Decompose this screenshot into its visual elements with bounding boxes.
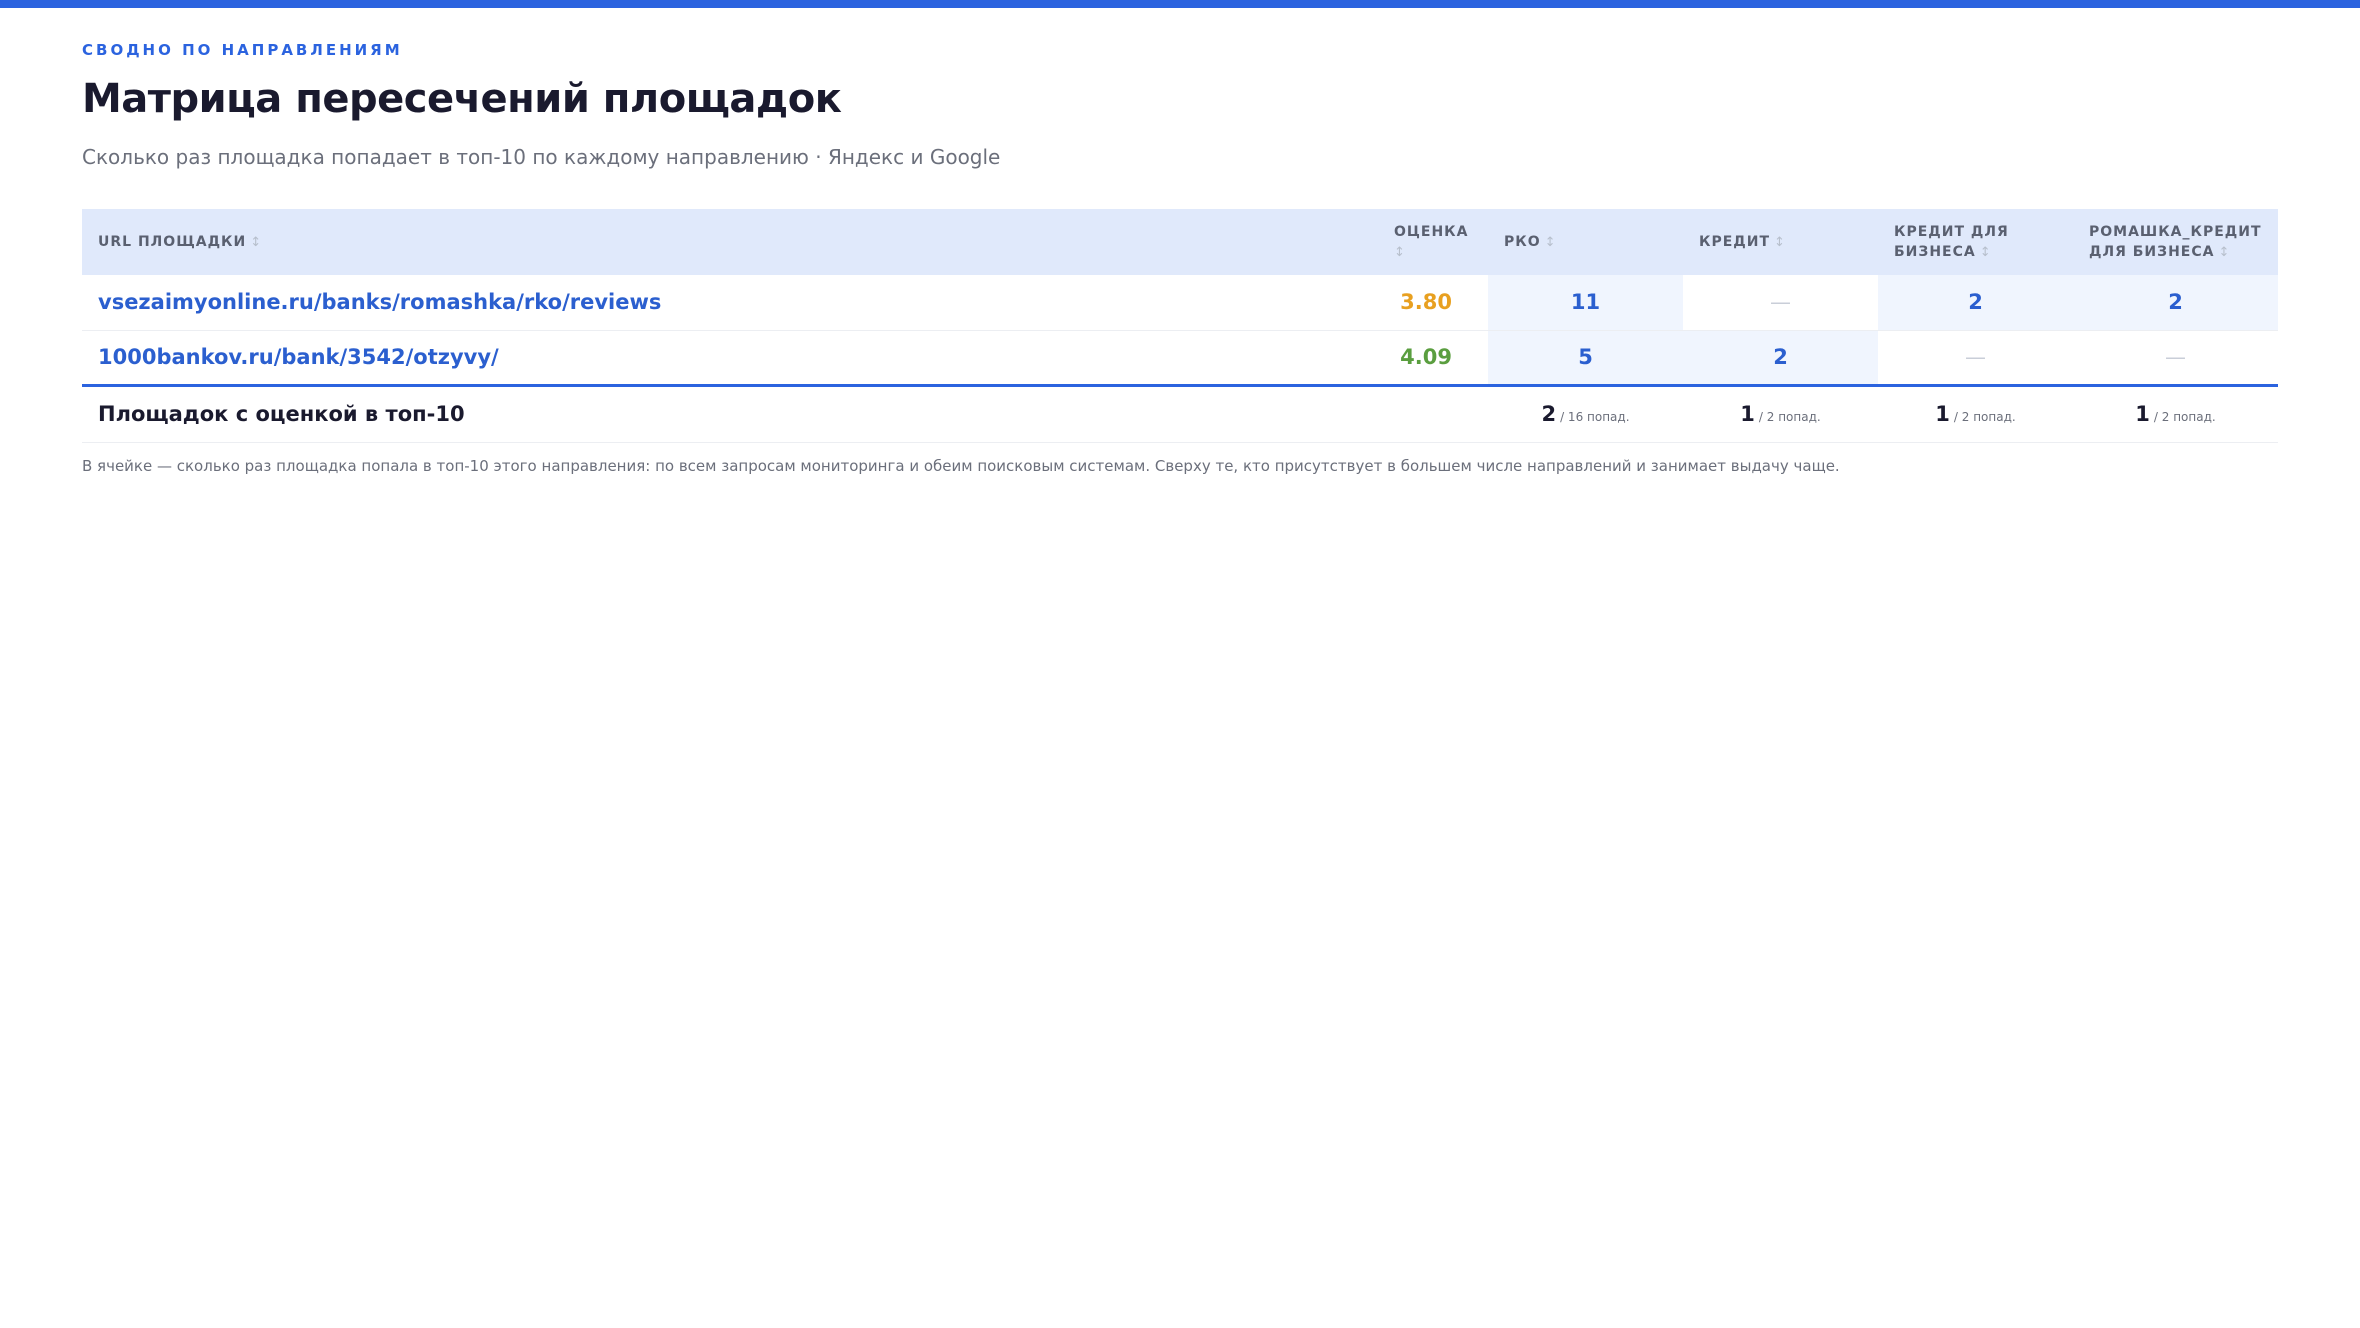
table-header-row: URL ПЛОЩАДКИ ↕ ОЦЕНКА ↕ РКО ↕ КРЕДИТ ↕ КРЕДИ… (82, 209, 2278, 275)
column-header-label: РКО (1504, 233, 1541, 250)
summary-credit-business: 1/ 2 попад. (1878, 383, 2073, 443)
column-header-score[interactable]: ОЦЕНКА ↕ (1378, 209, 1488, 275)
column-header-label: РОМАШКА_КРЕДИТ ДЛЯ БИЗНЕСА (2089, 223, 2262, 260)
summary-hits: / 2 попад. (1953, 410, 2016, 424)
score-value: 4.09 (1378, 330, 1488, 386)
intersection-matrix-table: URL ПЛОЩАДКИ ↕ ОЦЕНКА ↕ РКО ↕ КРЕДИТ ↕ КРЕДИ… (82, 209, 2278, 443)
column-header-rko[interactable]: РКО ↕ (1488, 209, 1683, 275)
column-header-credit-business[interactable]: КРЕДИТ ДЛЯ БИЗНЕСА ↕ (1878, 209, 2073, 275)
page-content: СВОДНО ПО НАПРАВЛЕНИЯМ Матрица пересечен… (82, 30, 2278, 475)
column-header-label: ОЦЕНКА (1394, 223, 1469, 240)
credit-count: 2 (1683, 330, 1878, 386)
sort-icon[interactable]: ↕ (250, 235, 262, 250)
summary-credit: 1/ 2 попад. (1683, 383, 1878, 443)
summary-count: 1 (2135, 402, 2150, 426)
summary-hits: / 2 попад. (1758, 410, 1821, 424)
rko-count: 11 (1488, 275, 1683, 331)
summary-hits: / 2 попад. (2153, 410, 2216, 424)
page-subtitle: Сколько раз площадка попадает в топ-10 п… (82, 145, 1001, 169)
summary-count: 1 (1740, 402, 1755, 426)
summary-romashka-credit-business: 1/ 2 попад. (2073, 383, 2278, 443)
sort-icon[interactable]: ↕ (2218, 245, 2230, 260)
site-url-link[interactable]: vsezaimyonline.ru/banks/romashka/rko/rev… (98, 290, 661, 314)
credit-business-count: — (1878, 330, 2073, 386)
url-cell: vsezaimyonline.ru/banks/romashka/rko/rev… (82, 275, 1378, 331)
column-header-credit[interactable]: КРЕДИТ ↕ (1683, 209, 1878, 275)
url-cell: 1000bankov.ru/bank/3542/otzyvy/ (82, 330, 1378, 386)
summary-hits: / 16 попад. (1560, 410, 1630, 424)
sort-icon[interactable]: ↕ (1774, 235, 1786, 250)
summary-label: Площадок с оценкой в топ-10 (98, 402, 465, 426)
column-header-romashka-credit-business[interactable]: РОМАШКА_КРЕДИТ ДЛЯ БИЗНЕСА ↕ (2073, 209, 2278, 275)
table-footnote: В ячейке — сколько раз площадка попала в… (82, 456, 1840, 475)
romashka-credit-business-count: 2 (2073, 275, 2278, 331)
summary-count: 1 (1935, 402, 1950, 426)
credit-count: — (1683, 275, 1878, 331)
site-url-link[interactable]: 1000bankov.ru/bank/3542/otzyvy/ (98, 345, 499, 369)
sort-icon[interactable]: ↕ (1545, 235, 1557, 250)
section-eyebrow: СВОДНО ПО НАПРАВЛЕНИЯМ (82, 41, 403, 59)
table-summary-row: Площадок с оценкой в топ-10 2/ 16 попад.… (82, 383, 2278, 443)
summary-count: 2 (1541, 402, 1557, 426)
summary-label-cell: Площадок с оценкой в топ-10 (82, 383, 1378, 443)
table-row: 1000bankov.ru/bank/3542/otzyvy/ 4.09 5 2… (82, 330, 2278, 386)
table-row: vsezaimyonline.ru/banks/romashka/rko/rev… (82, 275, 2278, 331)
rko-count: 5 (1488, 330, 1683, 386)
top-accent-bar (0, 0, 2360, 8)
summary-rko: 2/ 16 попад. (1488, 383, 1683, 443)
sort-icon[interactable]: ↕ (1980, 245, 1992, 260)
romashka-credit-business-count: — (2073, 330, 2278, 386)
page-title: Матрица пересечений площадок (82, 76, 842, 122)
credit-business-count: 2 (1878, 275, 2073, 331)
column-header-url[interactable]: URL ПЛОЩАДКИ ↕ (82, 209, 1378, 275)
summary-score-cell (1378, 383, 1488, 443)
column-header-label: URL ПЛОЩАДКИ (98, 233, 247, 250)
score-value: 3.80 (1378, 275, 1488, 331)
column-header-label: КРЕДИТ (1699, 233, 1771, 250)
sort-icon[interactable]: ↕ (1394, 245, 1406, 260)
